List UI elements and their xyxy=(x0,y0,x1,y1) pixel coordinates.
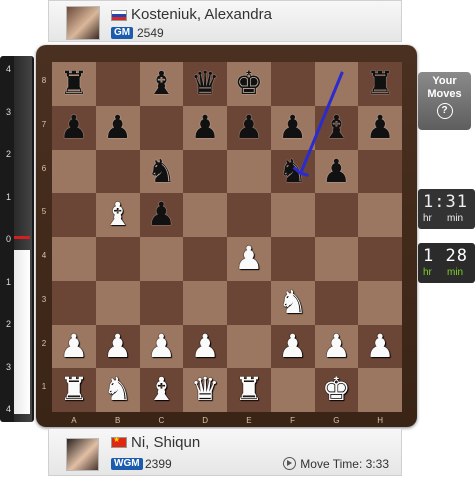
eval-tick-label: 1 xyxy=(6,276,12,287)
bottom-player-avatar[interactable] xyxy=(66,438,99,471)
bottom-player-title-badge: WGM xyxy=(111,458,143,470)
top-player-avatar[interactable] xyxy=(66,6,100,40)
bottom-player-rating: 2399 xyxy=(145,457,172,471)
your-moves-label-line2: Moves xyxy=(427,88,462,100)
eval-tick-label: 1 xyxy=(6,191,12,202)
bottom-player-panel: Ni, Shiqun WGM 2399 Move Time: 3:33 xyxy=(48,428,402,476)
evaluation-bar: 4 3 2 1 0 1 2 3 4 xyxy=(0,56,34,422)
eval-tick-label: 0 xyxy=(6,234,12,244)
file-label-d: D xyxy=(202,416,209,425)
rank-label-4: 4 xyxy=(41,251,47,260)
russia-flag-icon xyxy=(111,10,127,21)
move-time-label: Move Time: 3:33 xyxy=(300,457,389,471)
file-label-e: E xyxy=(246,416,252,425)
bottom-player-clock: 1 28 hr min xyxy=(418,243,475,283)
top-player-clock: 1:31 hr min xyxy=(418,189,475,229)
help-icon[interactable]: ? xyxy=(436,103,453,119)
bottom-clock-time: 1 28 xyxy=(423,246,468,266)
file-label-f: F xyxy=(290,416,296,425)
your-moves-button[interactable]: Your Moves ? xyxy=(418,72,471,130)
rank-label-5: 5 xyxy=(41,207,47,217)
bottom-clock-hr-label: hr xyxy=(423,267,432,278)
top-player-name[interactable]: Kosteniuk, Alexandra xyxy=(131,6,272,23)
move-time: Move Time: 3:33 xyxy=(283,457,389,471)
bottom-clock-min-label: min xyxy=(447,267,464,278)
rank-label-8: 8 xyxy=(41,76,47,85)
eval-tick-label: 2 xyxy=(6,319,12,329)
evaluation-marker xyxy=(14,236,30,239)
top-player-rating: 2549 xyxy=(137,26,164,40)
top-clock-min-label: min xyxy=(447,213,464,224)
rank-label-2: 2 xyxy=(41,338,47,348)
move-arrow xyxy=(292,71,344,177)
china-flag-icon xyxy=(111,435,127,448)
rank-label-6: 6 xyxy=(41,163,47,173)
eval-tick-label: 4 xyxy=(6,64,12,74)
file-label-g: G xyxy=(333,416,340,425)
file-label-a: A xyxy=(71,416,77,425)
your-moves-label-line1: Your xyxy=(432,75,457,87)
eval-tick-label: 2 xyxy=(6,149,12,159)
top-clock-hr-label: hr xyxy=(423,213,432,224)
file-label-c: C xyxy=(158,416,165,425)
eval-tick-label: 3 xyxy=(6,361,12,372)
play-clock-icon xyxy=(283,457,297,470)
file-label-b: B xyxy=(114,416,121,425)
rank-label-3: 3 xyxy=(41,294,47,304)
bottom-player-name[interactable]: Ni, Shiqun xyxy=(131,434,200,451)
file-label-h: H xyxy=(377,416,384,425)
top-player-title-badge: GM xyxy=(111,27,134,39)
evaluation-white-fill xyxy=(14,250,30,414)
rank-label-1: 1 xyxy=(41,382,47,392)
move-arrow-line xyxy=(299,71,344,174)
eval-tick-label: 3 xyxy=(6,106,12,117)
rank-label-7: 7 xyxy=(41,119,47,129)
chess-board[interactable]: ♜ ♝ ♛ ♚ ♜ ♟ ♟ ♟ ♟ ♟ ♝ ♟ ♞ ♞ ♟ ♝ ♟ ♟ ♞ ♟ ♟ ♟ ♟ ♟ ♟ ♟ ♜ ♞ ♝ ♛ ♜ ♚ xyxy=(52,62,402,412)
top-clock-time: 1:31 xyxy=(423,192,468,212)
eval-tick-label: 4 xyxy=(6,404,12,414)
top-player-panel: Kosteniuk, Alexandra GM 2549 xyxy=(48,0,402,42)
